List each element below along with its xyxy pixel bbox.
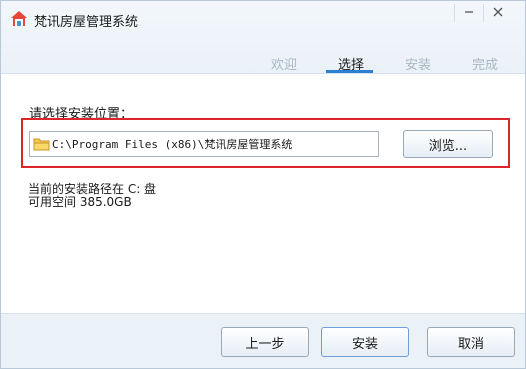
minimize-icon bbox=[465, 11, 473, 13]
folder-icon bbox=[33, 138, 50, 151]
available-space-info: 可用空间 385.0GB bbox=[28, 195, 132, 209]
previous-button[interactable]: 上一步 bbox=[221, 327, 309, 357]
minimize-button[interactable] bbox=[454, 1, 484, 23]
close-button[interactable] bbox=[483, 1, 513, 23]
install-path-field[interactable]: C:\Program Files (x86)\梵讯房屋管理系统 bbox=[29, 131, 379, 157]
install-button[interactable]: 安装 bbox=[321, 327, 409, 357]
install-path-value: C:\Program Files (x86)\梵讯房屋管理系统 bbox=[52, 138, 293, 151]
close-icon bbox=[493, 7, 503, 17]
house-icon bbox=[11, 11, 27, 26]
installer-window: 梵讯房屋管理系统 欢迎 选择 安装 完成 请选择安装位置： C:\Program… bbox=[0, 0, 526, 369]
window-title: 梵讯房屋管理系统 bbox=[34, 15, 139, 30]
browse-button[interactable]: 浏览... bbox=[403, 130, 493, 158]
header: 梵讯房屋管理系统 欢迎 选择 安装 完成 bbox=[1, 1, 525, 74]
step-install: 安装 bbox=[405, 58, 432, 73]
step-welcome: 欢迎 bbox=[271, 58, 298, 73]
cancel-button[interactable]: 取消 bbox=[427, 327, 515, 357]
step-finish: 完成 bbox=[472, 58, 499, 73]
active-step-indicator bbox=[326, 70, 373, 73]
